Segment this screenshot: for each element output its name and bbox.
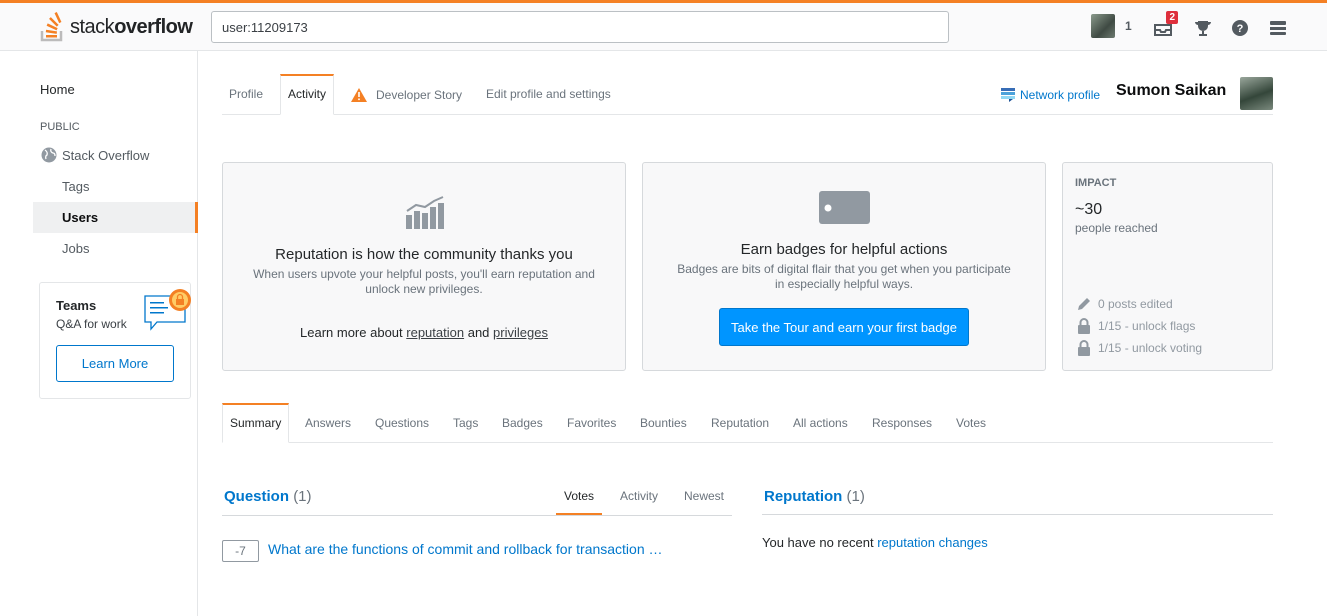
reputation-empty-prefix: You have no recent [762, 535, 874, 550]
subtab-bounties[interactable]: Bounties [640, 403, 687, 443]
teams-chat-lock-icon [144, 289, 191, 331]
unlock-voting-text: 1/15 - unlock voting [1098, 341, 1203, 355]
privileges-link[interactable]: privileges [493, 325, 548, 340]
unlock-voting-row: 1/15 - unlock voting [1076, 340, 1202, 356]
reputation-section-title[interactable]: Reputation [764, 488, 842, 505]
user-avatar[interactable] [1240, 77, 1273, 110]
svg-text:?: ? [1237, 23, 1244, 35]
impact-card: IMPACT ~30 people reached 0 posts edited… [1062, 162, 1273, 371]
tab-developer-story-label: Developer Story [376, 87, 463, 102]
activity-tabs: Summary Answers Questions Tags Badges Fa… [222, 403, 1273, 443]
nav-home[interactable]: Home [40, 82, 75, 97]
nav-users-active[interactable] [33, 202, 198, 233]
warning-icon [351, 87, 367, 102]
subtab-summary[interactable]: Summary [222, 403, 290, 443]
reputation-learn-more: Learn more about reputation and privileg… [223, 325, 625, 340]
question-section-title[interactable]: Question [224, 488, 289, 505]
reputation-chart-icon [406, 196, 444, 229]
search-input[interactable] [211, 11, 949, 43]
badges-card-subtitle: Badges are bits of digital flair that yo… [677, 262, 1011, 291]
reputation-section-header: Reputation (1) [764, 488, 865, 505]
learn-and: and [467, 325, 490, 340]
nav-stack-overflow-label: Stack Overflow [62, 147, 150, 163]
posts-edited-row: 0 posts edited [1076, 296, 1173, 312]
pencil-icon [1078, 298, 1090, 310]
reputation-link[interactable]: reputation [406, 325, 464, 340]
learn-prefix: Learn more about [300, 325, 403, 340]
stackoverflow-logo-icon [40, 12, 63, 42]
help-icon[interactable]: ? [1229, 17, 1251, 39]
stackexchange-icon [1001, 88, 1015, 102]
reputation-count: 1 [1125, 19, 1132, 33]
subtab-reputation[interactable]: Reputation [711, 403, 769, 443]
reputation-divider [762, 514, 1273, 515]
sort-newest[interactable]: Newest [684, 489, 724, 503]
top-bar: stackoverflow 1 2 ? [0, 0, 1327, 51]
tab-developer-story[interactable]: Developer Story [350, 74, 462, 115]
teams-subtitle: Q&A for work [56, 317, 127, 331]
nav-jobs[interactable]: Jobs [62, 241, 89, 256]
subtab-favorites[interactable]: Favorites [567, 403, 616, 443]
impact-label: IMPACT [1075, 177, 1117, 189]
site-switcher-icon[interactable] [1267, 17, 1289, 39]
nav-users[interactable]: Users [62, 210, 98, 225]
lock-icon [1078, 318, 1090, 334]
tab-activity[interactable]: Activity [280, 74, 335, 115]
tab-profile[interactable]: Profile [229, 74, 263, 115]
network-profile-link[interactable]: Network profile [1001, 87, 1100, 103]
nav-section-public: PUBLIC [40, 121, 80, 133]
inbox-icon[interactable]: 2 [1152, 11, 1178, 39]
user-rep-link[interactable]: 1 [1091, 14, 1132, 38]
user-display-name: Sumon Saikan [1116, 82, 1227, 99]
question-link[interactable]: What are the functions of commit and rol… [268, 541, 663, 557]
badge-icon [819, 191, 870, 224]
question-divider [222, 515, 732, 516]
reputation-card: Reputation is how the community thanks y… [222, 162, 626, 371]
left-sidebar: Home PUBLIC Stack Overflow Tags Users Jo… [0, 51, 198, 616]
globe-icon [41, 147, 57, 163]
sort-votes[interactable]: Votes [564, 489, 594, 503]
subtab-votes[interactable]: Votes [956, 403, 986, 443]
question-section-count: (1) [293, 488, 312, 505]
question-score: -7 [222, 540, 259, 562]
lock-icon [1078, 340, 1090, 356]
subtab-badges[interactable]: Badges [502, 403, 543, 443]
nav-stack-overflow[interactable]: Stack Overflow [40, 146, 149, 164]
subtab-all-actions[interactable]: All actions [793, 403, 848, 443]
unlock-flags-row: 1/15 - unlock flags [1076, 318, 1195, 334]
subtab-tags[interactable]: Tags [453, 403, 478, 443]
unlock-flags-text: 1/15 - unlock flags [1098, 319, 1196, 333]
reputation-section-count: (1) [846, 488, 865, 505]
stackoverflow-logo[interactable]: stackoverflow [40, 12, 193, 42]
reputation-card-subtitle: When users upvote your helpful posts, yo… [253, 267, 595, 296]
subtab-responses[interactable]: Responses [872, 403, 932, 443]
reputation-card-title: Reputation is how the community thanks y… [275, 246, 573, 263]
badges-card: Earn badges for helpful actions Badges a… [642, 162, 1046, 371]
subtab-answers[interactable]: Answers [305, 403, 351, 443]
reputation-empty-text: You have no recent reputation changes [762, 535, 988, 550]
tab-edit-profile[interactable]: Edit profile and settings [486, 74, 611, 115]
teams-title: Teams [56, 298, 97, 313]
network-profile-label: Network profile [1020, 88, 1101, 102]
impact-subtitle: people reached [1075, 221, 1158, 235]
reputation-changes-link[interactable]: reputation changes [877, 535, 988, 550]
take-tour-button[interactable]: Take the Tour and earn your first badge [719, 308, 969, 346]
nav-tags[interactable]: Tags [62, 179, 89, 194]
inbox-count-badge: 2 [1166, 11, 1178, 24]
impact-value: ~30 [1075, 201, 1103, 218]
posts-edited-text: 0 posts edited [1098, 297, 1173, 311]
badges-card-title: Earn badges for helpful actions [740, 241, 948, 258]
question-section-header: Question (1) [224, 488, 312, 505]
learn-more-button[interactable]: Learn More [56, 345, 174, 382]
avatar [1091, 14, 1115, 38]
subtab-questions[interactable]: Questions [375, 403, 429, 443]
trophy-icon[interactable] [1192, 17, 1214, 39]
teams-promo: Teams Q&A for work Learn More [39, 282, 191, 399]
logo-text: stackoverflow [70, 15, 193, 38]
sort-activity[interactable]: Activity [620, 489, 658, 503]
